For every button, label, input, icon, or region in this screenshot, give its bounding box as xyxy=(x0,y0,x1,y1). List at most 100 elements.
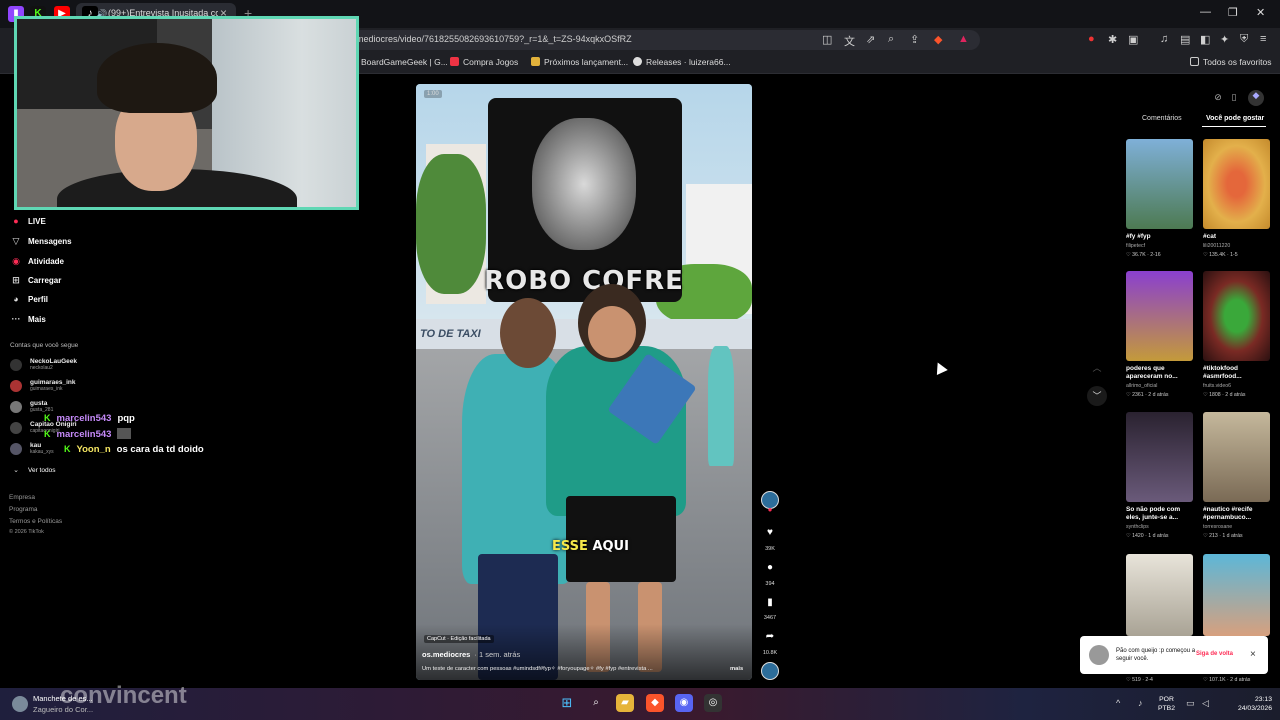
card-meta: ♡ 2361 · 2 d atrás xyxy=(1126,392,1169,398)
share-icon[interactable]: ➦ xyxy=(762,631,778,642)
maximize-icon[interactable]: ❐ xyxy=(1228,6,1238,19)
video-thumbnail xyxy=(1126,554,1193,636)
footer-link[interactable]: Empresa xyxy=(9,494,35,501)
like-count: 39K xyxy=(765,546,775,552)
music-disc-icon[interactable] xyxy=(761,662,779,680)
see-all-link[interactable]: ⌄ Ver todos xyxy=(10,466,55,474)
chevron-down-icon: ⌄ xyxy=(13,467,19,474)
sidebar-toggle-icon[interactable]: ▤ xyxy=(1180,33,1190,46)
card-title: poderes que apareceram no... xyxy=(1126,365,1178,380)
follow-plus-icon[interactable]: ● xyxy=(762,505,778,514)
screenshot-icon[interactable]: ▣ xyxy=(1128,33,1138,46)
brave-browser-icon[interactable]: ◆ xyxy=(646,694,664,712)
video-thumbnail xyxy=(1203,271,1270,361)
video-thumbnail xyxy=(1203,412,1270,502)
wallet-icon[interactable]: ◧ xyxy=(1200,33,1210,46)
card-title: #fy #fyp xyxy=(1126,233,1151,240)
network-icon[interactable]: ▭ xyxy=(1186,698,1195,709)
card-author: lili20011220 xyxy=(1203,243,1231,249)
sidebar-item-activity[interactable]: ◉ Atividade xyxy=(10,256,64,267)
tab-comments[interactable]: Comentários xyxy=(1142,115,1182,122)
bookmark-icon[interactable]: ▮ xyxy=(762,597,778,608)
video-thumbnail xyxy=(1126,139,1193,229)
live-icon: ● xyxy=(13,216,19,226)
footer-link[interactable]: Programa xyxy=(9,506,38,513)
microphone-icon[interactable]: ♪ xyxy=(1138,698,1143,708)
sidebar-item-profile[interactable]: ◕ Perfil xyxy=(10,294,48,304)
sidebar-item-live[interactable]: ● LIVE xyxy=(10,216,46,226)
follow-back-button[interactable]: Siga de volta xyxy=(1196,651,1233,657)
close-window-icon[interactable]: ✕ xyxy=(1256,6,1265,19)
video-description: Um teste de caracter com pessoas #uminds… xyxy=(422,666,653,672)
bookmark-icon xyxy=(531,57,540,66)
windows-start-icon[interactable]: ⊞ xyxy=(558,694,576,712)
address-text[interactable]: mediocres/video/7618255082693610759?_r=1… xyxy=(356,34,632,44)
comment-icon[interactable]: ● xyxy=(762,562,778,573)
bookmark-releases[interactable]: Releases · luizera66... xyxy=(633,57,731,67)
extensions-icon[interactable]: ✱ xyxy=(1108,33,1117,46)
open-external-icon[interactable]: ⇗ xyxy=(866,33,875,46)
file-explorer-icon[interactable]: ▰ xyxy=(616,694,634,712)
user-avatar[interactable]: ◆ xyxy=(1248,90,1264,106)
translate-icon[interactable]: 文 xyxy=(844,33,855,49)
sidebar-item-upload[interactable]: ⊞ Carregar xyxy=(10,275,61,286)
vpn-icon[interactable]: ⛨ xyxy=(1240,33,1248,46)
tab-you-may-like[interactable]: Você pode gostar xyxy=(1206,115,1264,122)
more-link[interactable]: mais xyxy=(730,666,743,672)
discord-icon[interactable]: ◉ xyxy=(675,694,693,712)
video-thumbnail xyxy=(1126,271,1193,361)
media-icon[interactable]: ♫ xyxy=(1160,33,1168,45)
card-author: torresrosane xyxy=(1203,524,1233,530)
capcut-label[interactable]: CapCut · Edição facilitada xyxy=(424,635,494,643)
brave-shield-icon[interactable]: ◆ xyxy=(934,33,942,46)
bookmark-boardgamegeek[interactable]: BoardGameGeek | G... xyxy=(361,57,448,67)
chat-message: K Yoon_n os cara da td doido xyxy=(64,444,204,455)
reader-mode-icon[interactable]: ◫ xyxy=(822,33,832,46)
video-person xyxy=(708,346,734,466)
sidebar-item-messages[interactable]: ▽ Mensagens xyxy=(10,236,72,247)
next-video-button[interactable]: ﹀ xyxy=(1087,386,1107,406)
extension-record-icon[interactable]: ● xyxy=(1088,33,1095,45)
card-meta: ♡ 213 · 1 d atrás xyxy=(1203,533,1243,539)
card-title: #cat xyxy=(1203,233,1217,240)
volume-icon[interactable]: ◁ xyxy=(1202,698,1209,709)
close-icon[interactable]: × xyxy=(1250,649,1256,660)
mobile-icon[interactable]: ▯ xyxy=(1228,92,1240,104)
all-favorites[interactable]: Todos os favoritos xyxy=(1190,57,1272,67)
news-title[interactable]: Manchete de es... xyxy=(33,694,93,703)
bookmark-icon xyxy=(450,57,459,66)
video-author[interactable]: os.mediocres · 1 sem. atrás xyxy=(422,650,520,659)
input-language[interactable]: POR PTB2 xyxy=(1158,695,1175,713)
more-icon: ··· xyxy=(11,314,21,324)
news-widget-icon[interactable] xyxy=(12,696,28,712)
tray-chevron-icon[interactable]: ^ xyxy=(1116,698,1120,708)
bookmark-lancamentos[interactable]: Próximos lançament... xyxy=(531,57,628,67)
zoom-icon[interactable]: ⌕ xyxy=(888,33,894,46)
sidebar-item-more[interactable]: ··· Mais xyxy=(10,314,46,324)
video-player[interactable]: TO DE TAXI ROBO COFRE ESSE AQUI 1:00 Cap… xyxy=(416,84,752,680)
system-clock[interactable]: 23:13 24/03/2026 xyxy=(1228,695,1272,713)
share-icon[interactable]: ⇪ xyxy=(910,33,919,46)
minimize-icon[interactable]: — xyxy=(1200,6,1211,18)
like-icon[interactable]: ♥ xyxy=(762,527,778,538)
leo-ai-icon[interactable]: ✦ xyxy=(1220,33,1229,46)
bookmark-compra-jogos[interactable]: Compra Jogos xyxy=(450,57,518,67)
search-icon[interactable]: ⌕ xyxy=(587,694,605,712)
previous-video-button[interactable]: ︿ xyxy=(1087,358,1107,378)
card-meta: ♡ 107.1K · 2 d atrás xyxy=(1203,677,1251,683)
menu-icon[interactable]: ≡ xyxy=(1260,33,1266,45)
chat-message: Kmarcelin543 xyxy=(44,428,132,440)
footer-link[interactable]: Termos e Políticas xyxy=(9,518,62,525)
settings-icon[interactable]: ⊘ xyxy=(1212,92,1224,104)
card-author: allrimo_oficial xyxy=(1126,383,1158,389)
kick-badge-icon: K xyxy=(44,429,51,439)
video-person-head xyxy=(588,306,636,358)
card-title: So não pode com eles, junte-se a... xyxy=(1126,506,1181,521)
news-subtitle[interactable]: Zagueiro do Cor... xyxy=(33,705,93,714)
messages-icon: ▽ xyxy=(12,236,20,246)
brave-rewards-icon[interactable]: ▲ xyxy=(958,33,969,45)
video-background xyxy=(416,154,486,294)
github-icon xyxy=(633,57,642,66)
kick-badge-icon: K xyxy=(64,444,71,454)
obs-icon[interactable]: ◎ xyxy=(704,694,722,712)
